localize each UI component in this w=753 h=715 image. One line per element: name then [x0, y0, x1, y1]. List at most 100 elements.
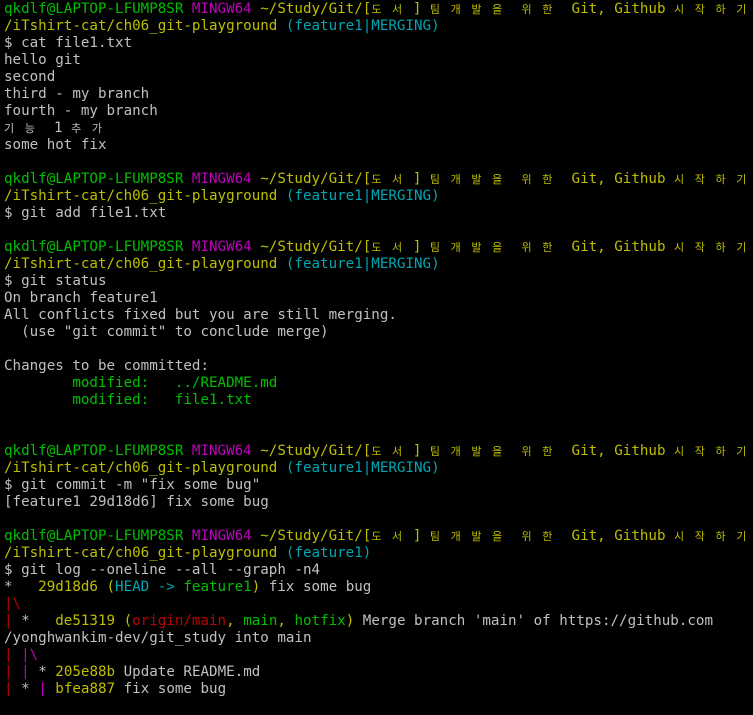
terminal-line: /iTshirt-cat/ch06_git-playground (featur…: [4, 545, 753, 562]
terminal-text-segment: MINGW64: [191, 171, 261, 187]
terminal-line: qkdlf@LAPTOP-LFUMP8SR MINGW64 ~/Study/Gi…: [4, 239, 753, 256]
terminal-line: fourth - my branch: [4, 103, 753, 120]
terminal-text-segment: |\: [4, 596, 22, 612]
terminal-text-segment: /iTshirt-cat/ch06_git-playground: [4, 256, 286, 272]
terminal-text-segment: |: [4, 664, 22, 680]
terminal-text-segment: ]: [412, 239, 430, 255]
terminal-text-segment: main: [243, 613, 278, 629]
terminal-text-segment: second: [4, 69, 56, 85]
terminal-text-segment: $ git log --oneline --all --graph -n4: [4, 562, 321, 578]
terminal-text-segment: 도 서: [371, 173, 413, 186]
terminal-text-segment: feature1: [183, 579, 252, 595]
terminal-line: /yonghwankim-dev/git_study into main: [4, 630, 753, 647]
terminal-text-segment: qkdlf@LAPTOP-LFUMP8SR: [4, 1, 192, 17]
terminal-text-segment: ]: [412, 1, 430, 17]
terminal-text-segment: [feature1 29d18d6] fix some bug: [4, 494, 269, 510]
terminal-line: modified: file1.txt: [4, 392, 753, 409]
terminal-text-segment: qkdlf@LAPTOP-LFUMP8SR: [4, 239, 192, 255]
terminal-text-segment: Git, Github: [562, 239, 675, 255]
terminal-line: /iTshirt-cat/ch06_git-playground (featur…: [4, 256, 753, 273]
terminal-text-segment: ~/Study/Git/[: [260, 239, 372, 255]
terminal-line: hello git: [4, 52, 753, 69]
terminal-line: /iTshirt-cat/ch06_git-playground (featur…: [4, 18, 753, 35]
terminal-text-segment: 시 작 하 기: [674, 173, 749, 186]
terminal-line: $ git add file1.txt: [4, 205, 753, 222]
terminal-text-segment: fix some bug: [260, 579, 372, 595]
terminal-text-segment: *: [4, 579, 39, 595]
terminal-text-segment: hotfix: [294, 613, 346, 629]
terminal-line: modified: ../README.md: [4, 375, 753, 392]
terminal-text-segment: /iTshirt-cat/ch06_git-playground: [4, 545, 286, 561]
terminal-line: | |\: [4, 647, 753, 664]
terminal-line: /iTshirt-cat/ch06_git-playground (featur…: [4, 188, 753, 205]
terminal-text-segment: 팀 개 발 을 위 한: [429, 241, 563, 254]
terminal-text-segment: MINGW64: [191, 1, 261, 17]
terminal-text-segment: de51319 (: [55, 613, 133, 629]
terminal-line: $ git log --oneline --all --graph -n4: [4, 562, 753, 579]
terminal-text-segment: 팀 개 발 을 위 한: [429, 173, 563, 186]
terminal-text-segment: All conflicts fixed but you are still me…: [4, 307, 397, 323]
terminal-text-segment: fourth - my branch: [4, 103, 158, 119]
terminal-line: $ git commit -m "fix some bug": [4, 477, 753, 494]
terminal-text-segment: *: [21, 681, 39, 697]
terminal-text-segment: origin/main: [132, 613, 227, 629]
terminal-text-segment: |: [21, 664, 39, 680]
terminal-text-segment: MINGW64: [191, 528, 261, 544]
terminal-text-segment: ~/Study/Git/[: [260, 1, 372, 17]
terminal-text-segment: *: [21, 613, 56, 629]
terminal-text-segment: 시 작 하 기: [674, 3, 749, 16]
terminal-line: qkdlf@LAPTOP-LFUMP8SR MINGW64 ~/Study/Gi…: [4, 1, 753, 18]
terminal-text-segment: 29d18d6 (: [38, 579, 116, 595]
terminal-line: third - my branch: [4, 86, 753, 103]
terminal-text-segment: qkdlf@LAPTOP-LFUMP8SR: [4, 171, 192, 187]
terminal-line: 기 능 1 추 가: [4, 120, 753, 137]
terminal-line: [feature1 29d18d6] fix some bug: [4, 494, 753, 511]
terminal-text-segment: (feature1|MERGING): [285, 460, 440, 476]
terminal-line: qkdlf@LAPTOP-LFUMP8SR MINGW64 ~/Study/Gi…: [4, 171, 753, 188]
terminal-text-segment: ,: [226, 613, 244, 629]
terminal-text-segment: |: [4, 613, 22, 629]
terminal-text-segment: 시 작 하 기: [674, 530, 749, 543]
terminal-text-segment: 도 서: [371, 241, 413, 254]
terminal-text-segment: ): [345, 613, 355, 629]
terminal-text-segment: Git, Github: [562, 443, 675, 459]
terminal-window[interactable]: qkdlf@LAPTOP-LFUMP8SR MINGW64 ~/Study/Gi…: [0, 0, 753, 715]
terminal-text-segment: bfea887: [55, 681, 116, 697]
terminal-text-segment: On branch feature1: [4, 290, 158, 306]
terminal-text-segment: 205e88b: [55, 664, 116, 680]
terminal-text-segment: (feature1|MERGING): [285, 188, 440, 204]
terminal-text-segment: hello git: [4, 52, 81, 68]
terminal-text-segment: /iTshirt-cat/ch06_git-playground: [4, 188, 286, 204]
terminal-text-segment: fix some bug: [115, 681, 227, 697]
terminal-text-segment: 1: [45, 120, 72, 136]
terminal-output: qkdlf@LAPTOP-LFUMP8SR MINGW64 ~/Study/Gi…: [4, 1, 753, 698]
terminal-text-segment: 도 서: [371, 3, 413, 16]
terminal-text-segment: 추 가: [71, 122, 104, 135]
terminal-text-segment: 시 작 하 기: [674, 445, 749, 458]
terminal-text-segment: Merge branch 'main' of https://github.co…: [354, 613, 714, 629]
terminal-text-segment: ~/Study/Git/[: [260, 443, 372, 459]
terminal-text-segment: (use "git commit" to conclude merge): [4, 324, 329, 340]
terminal-text-segment: HEAD ->: [115, 579, 184, 595]
terminal-line: $ git status: [4, 273, 753, 290]
terminal-text-segment: some hot fix: [4, 137, 107, 153]
terminal-text-segment: 시 작 하 기: [674, 241, 749, 254]
terminal-text-segment: MINGW64: [191, 443, 261, 459]
terminal-line: On branch feature1: [4, 290, 753, 307]
terminal-text-segment: *: [38, 664, 56, 680]
terminal-text-segment: 팀 개 발 을 위 한: [429, 3, 563, 16]
terminal-line: | | * 205e88b Update README.md: [4, 664, 753, 681]
terminal-line: /iTshirt-cat/ch06_git-playground (featur…: [4, 460, 753, 477]
terminal-line: (use "git commit" to conclude merge): [4, 324, 753, 341]
terminal-text-segment: /iTshirt-cat/ch06_git-playground: [4, 460, 286, 476]
terminal-text-segment: (feature1|MERGING): [285, 256, 440, 272]
terminal-text-segment: Git, Github: [562, 171, 675, 187]
terminal-text-segment: 팀 개 발 을 위 한: [429, 445, 563, 458]
terminal-text-segment: ~/Study/Git/[: [260, 171, 372, 187]
terminal-line: qkdlf@LAPTOP-LFUMP8SR MINGW64 ~/Study/Gi…: [4, 443, 753, 460]
terminal-text-segment: 도 서: [371, 530, 413, 543]
